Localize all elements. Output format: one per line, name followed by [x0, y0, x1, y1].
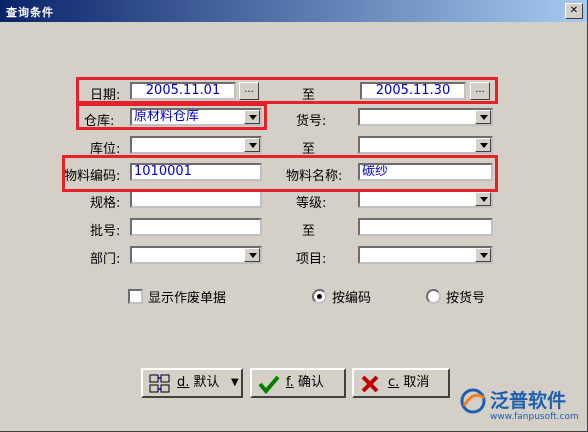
- by-item-label: 按货号: [446, 291, 486, 306]
- spec-field[interactable]: [130, 190, 262, 208]
- highlight-material-row: [62, 155, 498, 192]
- ok-button-label: f. 确认: [286, 375, 324, 390]
- show-void-checkbox[interactable]: [128, 289, 143, 304]
- chevron-down-icon[interactable]: [475, 110, 491, 124]
- dept-label: 部门:: [90, 252, 121, 267]
- cross-icon: [361, 375, 379, 393]
- batch-label: 批号:: [90, 224, 121, 239]
- chevron-down-icon[interactable]: [475, 248, 491, 262]
- chevron-down-icon[interactable]: [244, 138, 260, 152]
- spec-label: 规格:: [90, 196, 121, 211]
- grade-select[interactable]: [358, 190, 493, 208]
- title-bar: 查询条件 ✕: [0, 0, 587, 22]
- chevron-down-icon[interactable]: [475, 192, 491, 206]
- logo-url: www.fanpusoft.com: [490, 412, 579, 422]
- query-conditions-dialog: 查询条件 ✕ 日期: 2005.11.01 ... 至 2005.11.30 .…: [0, 0, 588, 432]
- project-label: 项目:: [296, 252, 327, 267]
- chevron-down-icon[interactable]: [244, 248, 260, 262]
- default-button[interactable]: d. 默认 ▼: [141, 368, 243, 398]
- batch-to-label: 至: [302, 224, 316, 239]
- highlight-warehouse: [76, 103, 267, 130]
- logo-name: 泛普软件: [490, 390, 567, 412]
- chevron-down-icon[interactable]: ▼: [231, 370, 239, 396]
- cancel-button-label: c. 取消: [388, 375, 430, 390]
- ok-button[interactable]: f. 确认: [250, 368, 346, 398]
- layout-grid-icon: [149, 374, 170, 393]
- checkmark-icon: [258, 375, 280, 394]
- show-void-label: 显示作废单据: [148, 291, 227, 306]
- project-select[interactable]: [358, 246, 493, 264]
- by-item-radio[interactable]: [426, 289, 441, 304]
- chevron-down-icon[interactable]: [475, 138, 491, 152]
- location-from-select[interactable]: [130, 136, 262, 154]
- highlight-date-row: [76, 77, 498, 104]
- close-icon: ✕: [569, 5, 579, 16]
- item-no-select[interactable]: [358, 108, 493, 126]
- default-button-label: d. 默认: [177, 375, 220, 390]
- dept-select[interactable]: [130, 246, 262, 264]
- window-title: 查询条件: [6, 6, 54, 19]
- logo-swirl-icon: [460, 388, 486, 414]
- by-code-radio[interactable]: [312, 289, 327, 304]
- by-code-label: 按编码: [332, 291, 372, 306]
- batch-from-field[interactable]: [130, 218, 262, 236]
- cancel-button[interactable]: c. 取消: [352, 368, 450, 398]
- close-button[interactable]: ✕: [565, 3, 583, 19]
- brand-logo: 泛普软件 www.fanpusoft.com: [456, 380, 584, 428]
- grade-label: 等级:: [296, 196, 327, 211]
- location-to-select[interactable]: [358, 136, 493, 154]
- item-no-label: 货号:: [296, 114, 327, 129]
- batch-to-field[interactable]: [358, 218, 493, 236]
